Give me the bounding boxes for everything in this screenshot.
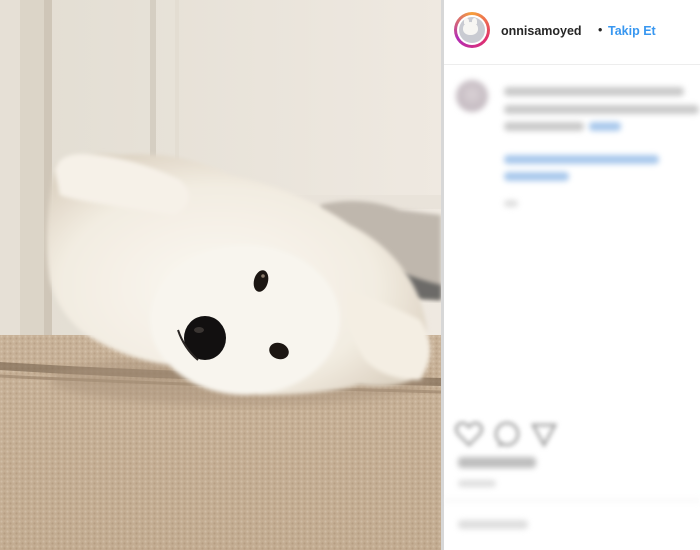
follow-button[interactable]: Takip Et [608, 24, 656, 38]
caption-hashtag-blurred [589, 122, 621, 131]
comment-divider [444, 500, 700, 501]
caption-line-blurred [504, 105, 699, 114]
caption-line-blurred [504, 122, 584, 131]
heart-icon[interactable] [454, 420, 484, 448]
post-photo[interactable] [0, 0, 441, 550]
add-comment-input-blurred[interactable] [458, 520, 528, 529]
caption-link-blurred [504, 155, 659, 164]
samoyed-puppy-image [0, 0, 441, 550]
comment-icon[interactable] [492, 420, 522, 448]
separator-dot: • [598, 23, 603, 37]
post-header: onnisamoyed • Takip Et [444, 0, 700, 65]
caption-link-blurred [504, 172, 569, 181]
avatar-image [457, 15, 487, 45]
commenter-avatar-blurred [456, 80, 488, 112]
post-date-blurred [458, 480, 496, 487]
post-side-panel: onnisamoyed • Takip Et [444, 0, 700, 550]
share-icon[interactable] [530, 420, 558, 448]
caption-time-blurred [504, 200, 518, 207]
username-link[interactable]: onnisamoyed [501, 24, 582, 38]
avatar[interactable] [454, 12, 490, 48]
caption-line-blurred [504, 87, 684, 96]
likes-count-blurred [458, 457, 536, 468]
